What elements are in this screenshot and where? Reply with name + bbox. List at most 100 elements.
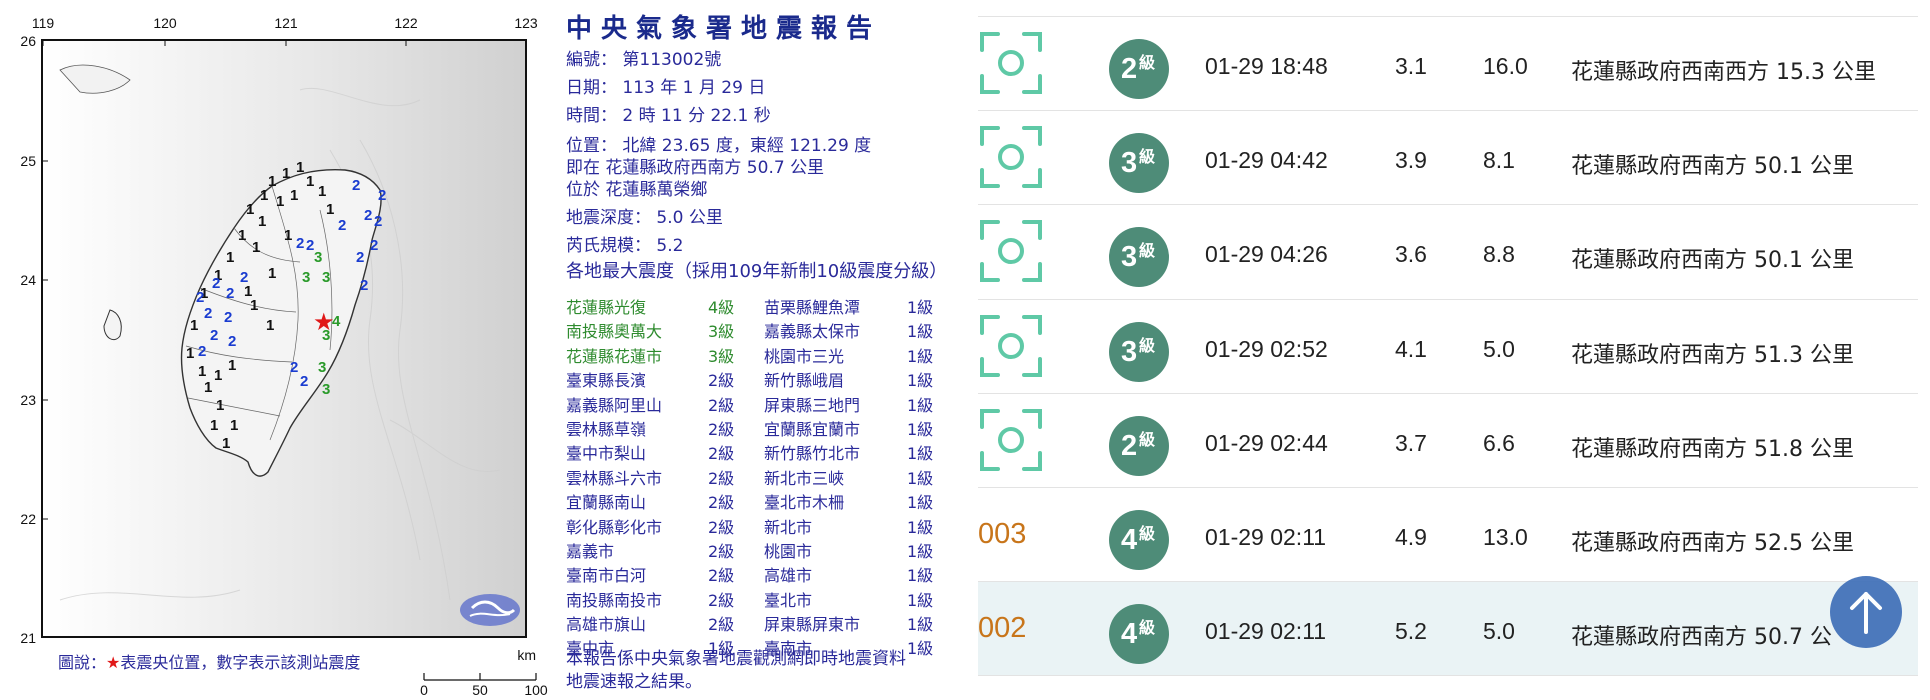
svg-text:1: 1 (326, 201, 334, 218)
quake-location: 花蓮縣政府西南方 50.7 公 (1571, 625, 1832, 651)
report-number-link[interactable]: 002 (978, 582, 1050, 674)
svg-text:1: 1 (246, 201, 254, 218)
intensity-table-row: 臺南市白河 2級 高雄市 1級 (566, 560, 976, 586)
station-intensity: 2級 (708, 468, 735, 488)
intensity-badge: 3級 (1109, 133, 1169, 194)
station-intensity: 1級 (907, 493, 934, 513)
focus-icon[interactable] (978, 300, 1050, 392)
quake-depth: 5.0 (1483, 335, 1515, 362)
svg-text:2: 2 (196, 289, 204, 306)
earthquake-list: 2 級 01-29 18:48 3.1 16.0 花蓮縣政府西南西方 15.3 公里 3 級 0… (978, 0, 1930, 700)
earthquake-row[interactable]: 2 級 01-29 18:48 3.1 16.0 花蓮縣政府西南西方 15.3 公里 (978, 17, 1918, 112)
svg-text:1: 1 (276, 193, 284, 210)
svg-text:2: 2 (228, 333, 236, 350)
svg-text:1: 1 (204, 379, 212, 396)
report-footnote: 本報告係中央氣象署地震觀測網即時地震資料 (566, 649, 906, 669)
svg-text:1: 1 (226, 249, 234, 266)
scroll-to-top-button[interactable] (1830, 576, 1902, 648)
intensity-unit: 級 (1139, 241, 1156, 261)
station-name: 臺北市木柵 (764, 493, 845, 513)
station-name: 雲林縣草嶺 (566, 419, 647, 439)
intensity-table-row: 南投縣南投市 2級 臺北市 1級 (566, 585, 976, 610)
station-intensity: 1級 (907, 615, 934, 635)
station-intensity: 1級 (907, 639, 934, 659)
earthquake-row[interactable]: 2 級 01-29 02:44 3.7 6.6 花蓮縣政府西南方 51.8 公里 (978, 394, 1918, 488)
intensity-badge: 2級 (1109, 415, 1169, 476)
intensity-badge: 4級 (1109, 604, 1169, 665)
station-intensity: 1級 (907, 322, 934, 342)
svg-text:3: 3 (322, 381, 330, 398)
svg-text:120: 120 (153, 15, 177, 31)
svg-text:3: 3 (302, 269, 310, 286)
svg-text:24: 24 (20, 272, 36, 288)
intensity-table-row: 花蓮縣光復 4級 苗栗縣鯉魚潭 1級 (566, 292, 976, 317)
station-intensity: 1級 (907, 371, 934, 391)
station-intensity: 2級 (708, 493, 735, 513)
svg-text:0: 0 (420, 682, 428, 698)
report-line: 即在 花蓮縣政府西南方 50.7 公里 (566, 158, 825, 178)
svg-text:1: 1 (190, 317, 198, 334)
station-name: 臺中市梨山 (566, 444, 647, 464)
station-name: 南投縣南投市 (566, 590, 663, 610)
station-intensity: 2級 (708, 566, 735, 586)
station-name: 彰化縣彰化市 (566, 517, 663, 537)
earthquake-row[interactable]: 3 級 01-29 02:52 4.1 5.0 花蓮縣政府西南方 51.3 公里 (978, 300, 1918, 394)
intensity-table-row: 雲林縣斗六市 2級 新北市三峽 1級 (566, 463, 976, 488)
intensity-badge: 2級 (1109, 39, 1169, 99)
earthquake-row[interactable]: 002 4 級 01-29 02:11 5.2 5.0 花蓮縣政府西南方 50.7 公 (978, 582, 1918, 677)
svg-text:3: 3 (322, 269, 330, 286)
intensity-table-row: 嘉義市 2級 桃園市 1級 (566, 536, 976, 561)
quake-depth: 6.6 (1483, 429, 1515, 456)
svg-text:1: 1 (282, 165, 290, 182)
svg-text:1: 1 (306, 173, 314, 190)
report-line: 位置： 北緯 23.65 度，東經 121.29 度 (566, 136, 872, 156)
quake-depth: 5.0 (1483, 618, 1515, 645)
station-name: 臺東縣長濱 (566, 371, 647, 391)
station-name: 臺南市白河 (566, 566, 647, 586)
intensity-badge: 3級 (1109, 227, 1169, 288)
svg-text:2: 2 (212, 275, 220, 292)
quake-depth: 8.8 (1483, 241, 1515, 268)
station-name: 臺北市 (764, 590, 813, 610)
report-number[interactable]: 002 (978, 612, 1026, 645)
quake-magnitude: 5.2 (1395, 618, 1427, 645)
svg-text:3: 3 (314, 249, 322, 266)
report-number[interactable]: 003 (978, 518, 1026, 551)
intensity-value: 4 (1121, 618, 1138, 651)
focus-icon[interactable] (978, 394, 1050, 486)
intensity-table-row: 宜蘭縣南山 2級 臺北市木柵 1級 (566, 487, 976, 513)
svg-text:1: 1 (214, 367, 222, 384)
svg-text:50: 50 (472, 682, 488, 698)
station-name: 新竹縣峨眉 (764, 371, 845, 391)
svg-text:1: 1 (318, 183, 326, 200)
station-intensity: 2級 (708, 517, 735, 537)
svg-text:119: 119 (32, 15, 55, 31)
earthquake-row[interactable]: 3 級 01-29 04:26 3.6 8.8 花蓮縣政府西南方 50.1 公里 (978, 205, 1918, 300)
station-name: 宜蘭縣南山 (566, 493, 647, 513)
intensity-unit: 級 (1139, 53, 1156, 72)
quake-magnitude: 3.1 (1395, 53, 1427, 79)
intensity-unit: 級 (1139, 335, 1156, 355)
svg-text:122: 122 (394, 15, 418, 31)
quake-magnitude: 4.9 (1395, 524, 1427, 550)
earthquake-row[interactable]: 3 級 01-29 04:42 3.9 8.1 花蓮縣政府西南方 50.1 公里 (978, 111, 1918, 206)
intensity-table-row: 臺東縣長濱 2級 新竹縣峨眉 1級 (566, 365, 976, 391)
focus-icon[interactable] (978, 17, 1050, 109)
station-intensity: 1級 (907, 395, 934, 415)
report-number-link[interactable]: 003 (978, 488, 1050, 580)
station-name: 新北市三峽 (764, 468, 845, 488)
report-line: 芮氏規模： 5.2 (566, 236, 684, 256)
svg-text:2: 2 (338, 217, 346, 234)
quake-time: 01-29 02:52 (1205, 335, 1328, 362)
focus-icon[interactable] (978, 111, 1050, 203)
focus-icon[interactable] (978, 205, 1050, 297)
intensity-table-row: 高雄市旗山 2級 屏東縣屏東市 1級 (566, 609, 976, 635)
station-name: 花蓮縣光復 (566, 298, 647, 317)
report-title: 中央氣象署地震報告 (566, 14, 882, 44)
intensity-unit: 級 (1139, 147, 1156, 167)
quake-time: 01-29 18:48 (1205, 53, 1328, 79)
svg-text:2: 2 (210, 327, 218, 344)
station-name: 嘉義縣太保市 (764, 322, 861, 342)
station-intensity: 1級 (907, 517, 934, 537)
earthquake-row[interactable]: 003 4 級 01-29 02:11 4.9 13.0 花蓮縣政府西南方 52.5 公里 (978, 488, 1918, 583)
